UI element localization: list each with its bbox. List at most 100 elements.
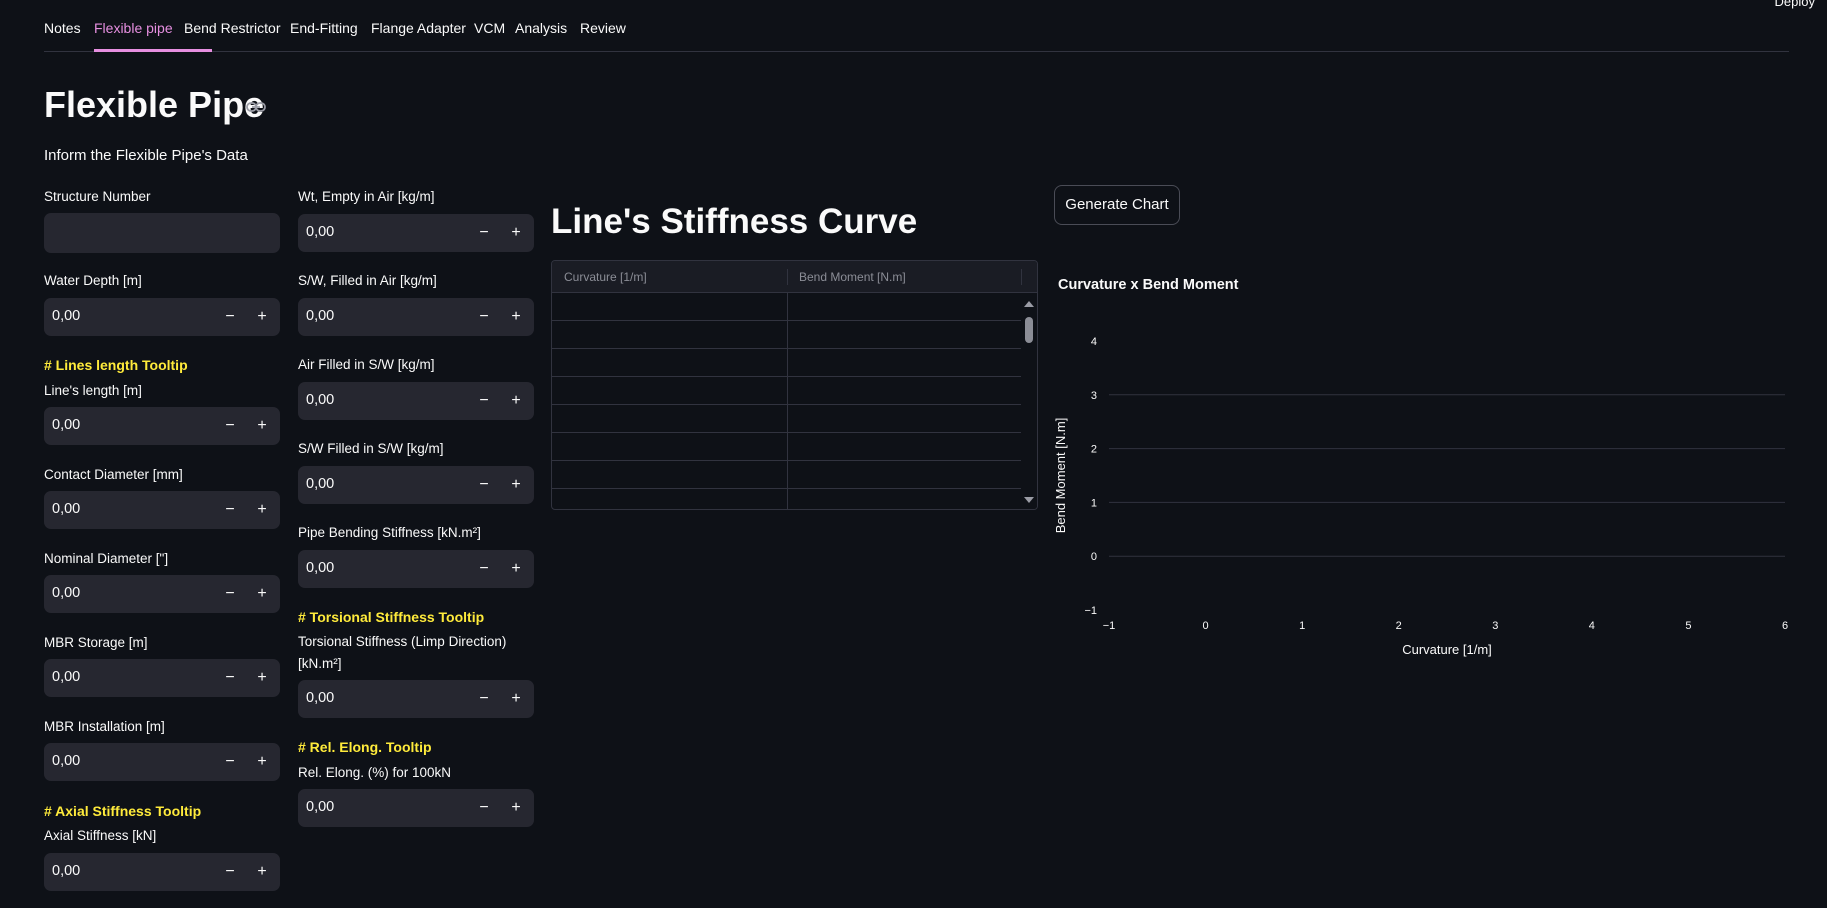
nominal-diameter-label: Nominal Diameter ["]	[44, 551, 169, 566]
decrement-button[interactable]: −	[220, 306, 240, 328]
increment-button[interactable]: +	[506, 558, 526, 580]
axial-stiffness-input[interactable]: 0,00 − +	[44, 853, 280, 891]
stiffness-curve-title: Line's Stiffness Curve	[551, 202, 918, 241]
nominal-diameter-value: 0,00	[52, 585, 81, 601]
tab-analysis[interactable]: Analysis	[515, 20, 567, 36]
increment-button[interactable]: +	[252, 751, 272, 773]
decrement-button[interactable]: −	[220, 415, 240, 437]
y-tick-label: 4	[1091, 336, 1097, 348]
increment-button[interactable]: +	[506, 390, 526, 412]
stiffness-data-editor[interactable]: Curvature [1/m] Bend Moment [N.m]	[551, 260, 1038, 510]
increment-button[interactable]: +	[506, 688, 526, 710]
increment-button[interactable]: +	[252, 499, 272, 521]
sw-filled-air-value: 0,00	[306, 308, 335, 324]
x-tick-label: 5	[1685, 620, 1691, 632]
tab-vcm[interactable]: VCM	[474, 20, 505, 36]
table-row[interactable]	[552, 461, 1023, 489]
decrement-button[interactable]: −	[220, 861, 240, 883]
tab-notes[interactable]: Notes	[44, 20, 81, 36]
table-row[interactable]	[552, 405, 1023, 433]
contact-diameter-label: Contact Diameter [mm]	[44, 467, 183, 482]
axial-stiffness-tooltip[interactable]: # Axial Stiffness Tooltip	[44, 803, 201, 819]
decrement-button[interactable]: −	[474, 390, 494, 412]
scrollbar-thumb[interactable]	[1025, 317, 1033, 343]
y-axis-label: Bend Moment [N.m]	[1053, 418, 1068, 534]
y-tick-label: 0	[1091, 551, 1097, 563]
tab-flange-adapter[interactable]: Flange Adapter	[371, 20, 466, 36]
increment-button[interactable]: +	[506, 222, 526, 244]
decrement-button[interactable]: −	[474, 558, 494, 580]
increment-button[interactable]: +	[252, 306, 272, 328]
mbr-installation-label: MBR Installation [m]	[44, 719, 165, 734]
increment-button[interactable]: +	[252, 667, 272, 689]
table-scrollbar[interactable]	[1021, 293, 1037, 509]
increment-button[interactable]: +	[506, 306, 526, 328]
x-tick-label: 3	[1492, 620, 1498, 632]
x-tick-label: 2	[1396, 620, 1402, 632]
column-header-curvature[interactable]: Curvature [1/m]	[564, 270, 647, 284]
table-row[interactable]	[552, 321, 1023, 349]
mbr-storage-input[interactable]: 0,00 − +	[44, 659, 280, 697]
column-header-bend-moment[interactable]: Bend Moment [N.m]	[799, 270, 906, 284]
decrement-button[interactable]: −	[474, 306, 494, 328]
bending-stiffness-value: 0,00	[306, 560, 335, 576]
structure-number-input[interactable]	[44, 213, 280, 253]
table-row[interactable]	[552, 377, 1023, 405]
increment-button[interactable]: +	[506, 797, 526, 819]
scroll-up-icon[interactable]	[1024, 301, 1034, 307]
torsional-stiffness-value: 0,00	[306, 690, 335, 706]
axial-stiffness-label: Axial Stiffness [kN]	[44, 828, 157, 843]
contact-diameter-input[interactable]: 0,00 − +	[44, 491, 280, 529]
x-tick-label: 6	[1782, 620, 1788, 632]
wt-empty-air-input[interactable]: 0,00 − +	[298, 214, 534, 252]
tab-bar: Notes Flexible pipe Bend Restrictor End-…	[44, 0, 1789, 52]
mbr-storage-value: 0,00	[52, 669, 81, 685]
increment-button[interactable]: +	[252, 415, 272, 437]
torsional-stiffness-tooltip[interactable]: # Torsional Stiffness Tooltip	[298, 609, 484, 625]
decrement-button[interactable]: −	[220, 751, 240, 773]
table-row[interactable]	[552, 489, 1023, 509]
tab-flexible-pipe[interactable]: Flexible pipe	[94, 20, 173, 36]
decrement-button[interactable]: −	[474, 474, 494, 496]
rel-elong-tooltip[interactable]: # Rel. Elong. Tooltip	[298, 739, 432, 755]
bending-stiffness-input[interactable]: 0,00 − +	[298, 550, 534, 588]
x-tick-label: 4	[1589, 620, 1595, 632]
water-depth-value: 0,00	[52, 308, 81, 324]
air-filled-sw-label: Air Filled in S/W [kg/m]	[298, 357, 435, 372]
sw-filled-air-input[interactable]: 0,00 − +	[298, 298, 534, 336]
increment-button[interactable]: +	[252, 583, 272, 605]
torsional-stiffness-input[interactable]: 0,00 − +	[298, 680, 534, 718]
tab-review[interactable]: Review	[580, 20, 626, 36]
lines-length-input[interactable]: 0,00 − +	[44, 407, 280, 445]
table-row[interactable]	[552, 433, 1023, 461]
link-icon[interactable]	[246, 100, 266, 114]
increment-button[interactable]: +	[506, 474, 526, 496]
mbr-installation-input[interactable]: 0,00 − +	[44, 743, 280, 781]
lines-length-tooltip[interactable]: # Lines length Tooltip	[44, 357, 188, 373]
decrement-button[interactable]: −	[220, 499, 240, 521]
decrement-button[interactable]: −	[474, 797, 494, 819]
y-tick-label: 1	[1091, 497, 1097, 509]
tab-end-fitting[interactable]: End-Fitting	[290, 20, 358, 36]
rel-elong-input[interactable]: 0,00 − +	[298, 789, 534, 827]
increment-button[interactable]: +	[252, 861, 272, 883]
air-filled-sw-input[interactable]: 0,00 − +	[298, 382, 534, 420]
x-tick-label: 1	[1299, 620, 1305, 632]
tab-bend-restrictor[interactable]: Bend Restrictor	[184, 20, 280, 36]
scroll-down-icon[interactable]	[1024, 497, 1034, 503]
sw-filled-sw-label: S/W Filled in S/W [kg/m]	[298, 441, 444, 456]
chart-plot: −1 0 1 2 3 4 −1 0 1 2 3 4 5 6 Curvature [1/m] Bend Mome…	[1053, 336, 1788, 657]
x-axis-label: Curvature [1/m]	[1402, 642, 1492, 657]
decrement-button[interactable]: −	[220, 583, 240, 605]
table-row[interactable]	[552, 349, 1023, 377]
generate-chart-button[interactable]: Generate Chart	[1054, 185, 1180, 225]
sw-filled-air-label: S/W, Filled in Air [kg/m]	[298, 273, 437, 288]
water-depth-input[interactable]: 0,00 − +	[44, 298, 280, 336]
sw-filled-sw-input[interactable]: 0,00 − +	[298, 466, 534, 504]
y-tick-label: 2	[1091, 444, 1097, 456]
table-row[interactable]	[552, 293, 1023, 321]
decrement-button[interactable]: −	[474, 222, 494, 244]
decrement-button[interactable]: −	[220, 667, 240, 689]
nominal-diameter-input[interactable]: 0,00 − +	[44, 575, 280, 613]
decrement-button[interactable]: −	[474, 688, 494, 710]
